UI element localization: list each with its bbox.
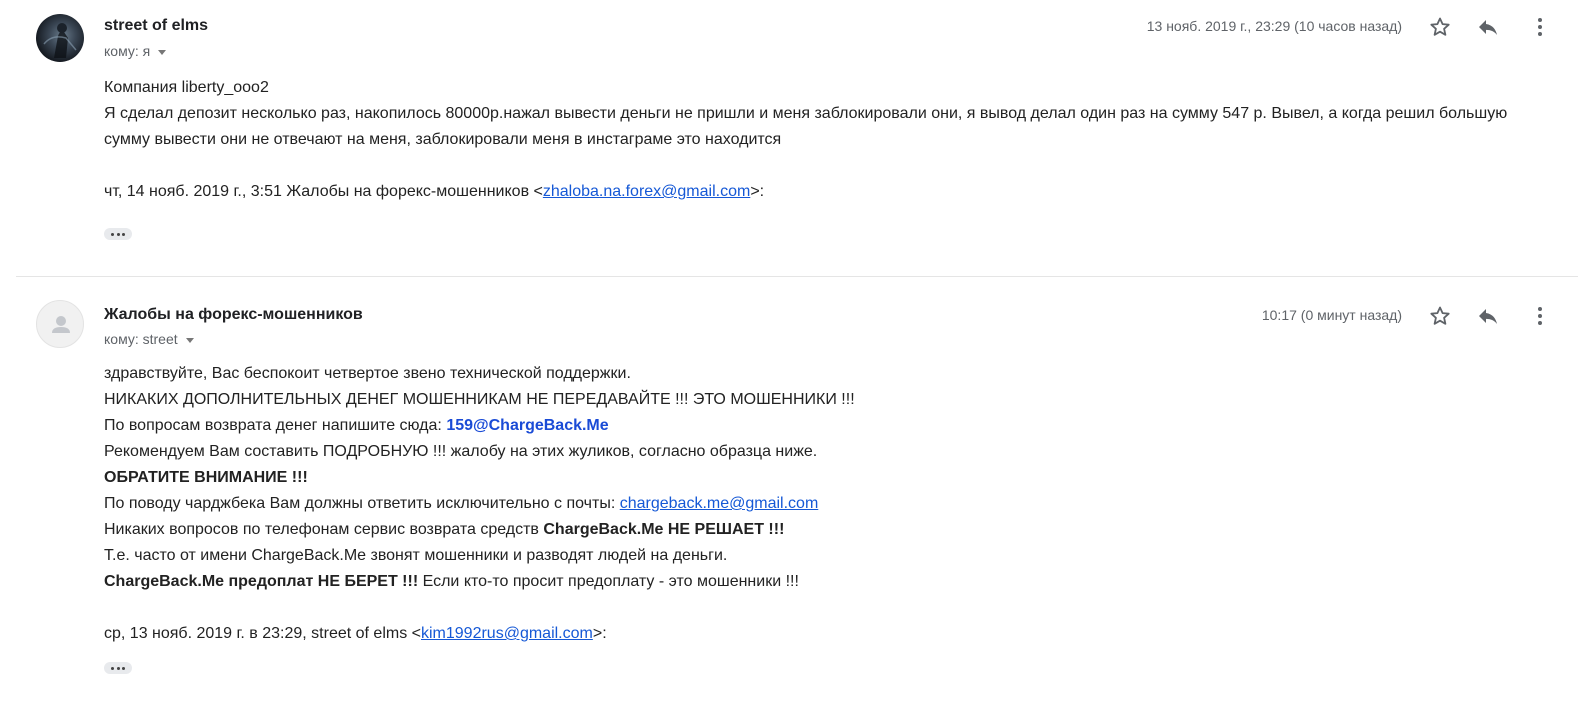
body-line-bold: ОБРАТИТЕ ВНИМАНИЕ !!! <box>104 469 308 486</box>
body-line: Рекомендуем Вам составить ПОДРОБНУЮ !!! … <box>104 443 818 460</box>
message-date: 13 нояб. 2019 г., 23:29 (10 часов назад) <box>1146 18 1402 34</box>
quote-header: ср, 13 нояб. 2019 г. в 23:29, street of … <box>104 621 1404 647</box>
recipient-details[interactable]: кому: я <box>104 43 167 59</box>
body-line: Никаких вопросов по телефонам сервис воз… <box>104 517 1404 543</box>
reply-icon[interactable] <box>1476 304 1500 328</box>
quote-suffix: >: <box>592 625 607 642</box>
sender-avatar[interactable] <box>36 14 84 62</box>
message-1: street of elms кому: я 13 нояб. 2019 г.,… <box>0 0 1594 270</box>
message-date: 10:17 (0 минут назад) <box>1261 307 1402 323</box>
recipient-label: кому: я <box>104 43 151 59</box>
message-body: здравствуйте, Вас беспокоит четвертое зв… <box>104 361 1404 647</box>
message-body: Компания liberty_ooo2 Я сделал депозит н… <box>104 75 1554 205</box>
body-line: Т.е. часто от имени ChargeBack.Me звонят… <box>104 547 728 564</box>
body-line: По поводу чарджбека Вам должны ответить … <box>104 491 1404 517</box>
body-line: По вопросам возврата денег напишите сюда… <box>104 413 1404 439</box>
more-vert-icon[interactable] <box>1528 15 1552 39</box>
ellipsis-icon[interactable] <box>104 228 132 240</box>
ellipsis-icon[interactable] <box>104 662 132 674</box>
body-text-bold: ChargeBack.Me предоплат НЕ БЕРЕТ !!! <box>104 573 419 590</box>
recipient-label: кому: street <box>104 331 178 347</box>
body-line: здравствуйте, Вас беспокоит четвертое зв… <box>104 365 631 382</box>
sender-name[interactable]: Жалобы на форекс-мошенников <box>104 306 363 324</box>
quote-prefix: чт, 14 нояб. 2019 г., 3:51 Жалобы на фор… <box>104 183 543 200</box>
body-text: По вопросам возврата денег напишите сюда… <box>104 417 447 434</box>
chevron-down-icon[interactable] <box>185 337 194 343</box>
body-text-bold: ChargeBack.Me НЕ РЕШАЕТ !!! <box>543 521 785 538</box>
body-text: Никаких вопросов по телефонам сервис воз… <box>104 521 544 538</box>
body-line: ChargeBack.Me предоплат НЕ БЕРЕТ !!! Есл… <box>104 569 1404 595</box>
more-vert-icon[interactable] <box>1528 304 1552 328</box>
body-line: Компания liberty_ooo2 <box>104 79 269 96</box>
recipient-details[interactable]: кому: street <box>104 331 194 347</box>
sender-name[interactable]: street of elms <box>104 17 208 35</box>
highlight-email: 159@ChargeBack.Me <box>446 417 609 434</box>
body-paragraph: Я сделал депозит несколько раз, накопило… <box>104 105 1508 148</box>
message-divider <box>16 276 1578 277</box>
quote-email-link[interactable]: kim1992rus@gmail.com <box>421 625 593 642</box>
star-icon[interactable] <box>1428 15 1452 39</box>
body-text: По поводу чарджбека Вам должны ответить … <box>104 495 620 512</box>
email-link[interactable]: chargeback.me@gmail.com <box>620 495 819 512</box>
message-2: Жалобы на форекс-мошенников кому: street… <box>0 282 1594 722</box>
body-text: Если кто-то просит предоплату - это моше… <box>418 573 799 590</box>
chevron-down-icon[interactable] <box>158 49 167 55</box>
quote-email-link[interactable]: zhaloba.na.forex@gmail.com <box>543 183 750 200</box>
quote-header: чт, 14 нояб. 2019 г., 3:51 Жалобы на фор… <box>104 179 1554 205</box>
quote-suffix: >: <box>750 183 765 200</box>
quote-prefix: ср, 13 нояб. 2019 г. в 23:29, street of … <box>104 625 421 642</box>
reply-icon[interactable] <box>1476 15 1500 39</box>
star-icon[interactable] <box>1428 304 1452 328</box>
person-icon[interactable] <box>36 300 84 348</box>
body-line: НИКАКИХ ДОПОЛНИТЕЛЬНЫХ ДЕНЕГ МОШЕННИКАМ … <box>104 391 855 408</box>
